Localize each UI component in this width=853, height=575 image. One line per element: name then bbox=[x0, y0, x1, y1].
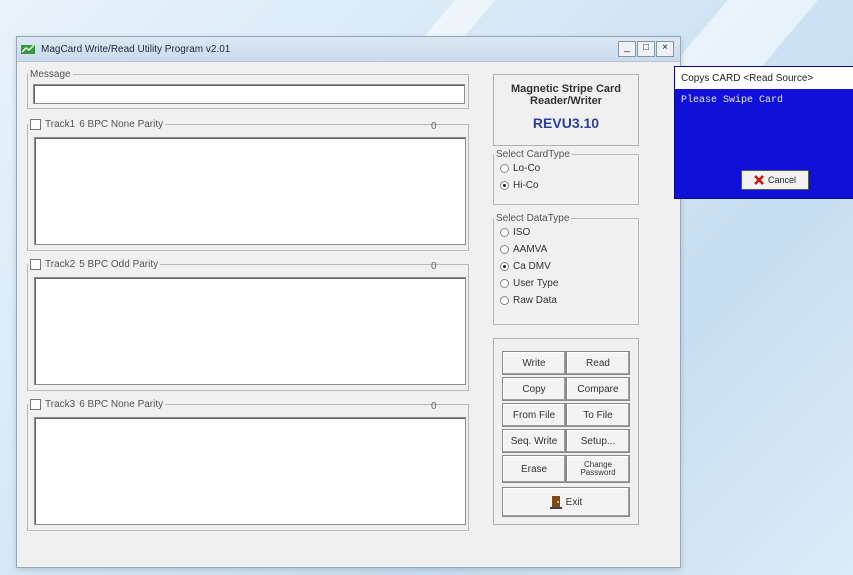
data-type-user-label: User Type bbox=[513, 278, 559, 289]
card-type-label: Select CardType bbox=[496, 149, 570, 160]
from-file-button[interactable]: From File bbox=[502, 403, 566, 427]
track3-checkbox[interactable] bbox=[30, 399, 41, 410]
radio-selected-icon bbox=[500, 181, 509, 190]
track2-textarea[interactable] bbox=[34, 277, 466, 385]
device-title-line2: Reader/Writer bbox=[530, 95, 602, 107]
data-type-aamva-label: AAMVA bbox=[513, 244, 548, 255]
data-type-iso[interactable]: ISO bbox=[494, 224, 638, 241]
data-type-group: Select DataType ISO AAMVA Ca DMV User Ty… bbox=[493, 213, 639, 325]
radio-icon bbox=[500, 296, 509, 305]
message-label: Message bbox=[30, 69, 71, 80]
radio-icon bbox=[500, 164, 509, 173]
radio-icon bbox=[500, 279, 509, 288]
copy-button[interactable]: Copy bbox=[502, 377, 566, 401]
track2-count: 0 bbox=[431, 261, 437, 272]
minimize-button[interactable]: _ bbox=[618, 41, 636, 57]
erase-button[interactable]: Erase bbox=[502, 455, 566, 483]
to-file-button[interactable]: To File bbox=[566, 403, 630, 427]
track3-count: 0 bbox=[431, 401, 437, 412]
card-type-hico[interactable]: Hi-Co bbox=[494, 177, 638, 194]
track2-label: Track2 bbox=[45, 259, 76, 270]
track3-textarea[interactable] bbox=[34, 417, 466, 525]
device-revision: REVU3.10 bbox=[532, 115, 600, 131]
card-type-hico-label: Hi-Co bbox=[513, 180, 539, 191]
maximize-button[interactable]: □ bbox=[637, 41, 655, 57]
data-type-user[interactable]: User Type bbox=[494, 275, 638, 292]
data-type-raw[interactable]: Raw Data bbox=[494, 292, 638, 309]
card-type-loco[interactable]: Lo-Co bbox=[494, 160, 638, 177]
device-info-panel: Magnetic Stripe Card Reader/Writer REVU3… bbox=[493, 74, 639, 146]
main-window: MagCard Write/Read Utility Program v2.01… bbox=[16, 36, 681, 568]
action-buttons-panel: Write Read Copy Compare From File To Fil… bbox=[493, 338, 639, 525]
track1-textarea[interactable] bbox=[34, 137, 466, 245]
cancel-label: Cancel bbox=[767, 175, 796, 185]
track3-label: Track3 bbox=[45, 399, 76, 410]
track2-legend: Track2 5 BPC Odd Parity bbox=[28, 259, 160, 270]
device-title-line1: Magnetic Stripe Card bbox=[510, 83, 622, 95]
data-type-cadmv[interactable]: Ca DMV bbox=[494, 258, 638, 275]
radio-selected-icon bbox=[500, 262, 509, 271]
change-password-line2: Password bbox=[580, 468, 616, 477]
radio-icon bbox=[500, 228, 509, 237]
track2-checkbox[interactable] bbox=[30, 259, 41, 270]
exit-label: Exit bbox=[565, 496, 583, 508]
change-password-button[interactable]: Change Password bbox=[566, 455, 630, 483]
desktop-streak bbox=[672, 0, 818, 66]
track3-legend: Track3 6 BPC None Parity bbox=[28, 399, 165, 410]
close-button[interactable]: × bbox=[656, 41, 674, 57]
track1-label: Track1 bbox=[45, 119, 76, 130]
swipe-card-dialog: Copys CARD <Read Source> Please Swipe Ca… bbox=[674, 66, 853, 199]
seq-write-button[interactable]: Seq. Write bbox=[502, 429, 566, 453]
dialog-title: Copys CARD <Read Source> bbox=[675, 67, 853, 89]
card-type-group: Select CardType Lo-Co Hi-Co bbox=[493, 149, 639, 205]
track1-checkbox[interactable] bbox=[30, 119, 41, 130]
cancel-x-icon bbox=[754, 175, 764, 185]
data-type-raw-label: Raw Data bbox=[513, 295, 557, 306]
card-type-loco-label: Lo-Co bbox=[513, 163, 541, 174]
track1-format: 6 BPC None Parity bbox=[79, 119, 164, 130]
desktop-streak bbox=[424, 0, 496, 36]
data-type-aamva[interactable]: AAMVA bbox=[494, 241, 638, 258]
exit-door-icon bbox=[549, 496, 562, 509]
setup-button[interactable]: Setup... bbox=[566, 429, 630, 453]
app-icon bbox=[21, 44, 35, 54]
track1-legend: Track1 6 BPC None Parity bbox=[28, 119, 165, 130]
window-title: MagCard Write/Read Utility Program v2.01 bbox=[41, 43, 231, 55]
write-button[interactable]: Write bbox=[502, 351, 566, 375]
title-bar: MagCard Write/Read Utility Program v2.01… bbox=[17, 37, 680, 62]
track1-count: 0 bbox=[431, 121, 437, 132]
data-type-label: Select DataType bbox=[496, 213, 570, 224]
compare-button[interactable]: Compare bbox=[566, 377, 630, 401]
track2-format: 5 BPC Odd Parity bbox=[79, 259, 159, 270]
dialog-message: Please Swipe Card bbox=[681, 95, 784, 106]
data-type-iso-label: ISO bbox=[513, 227, 531, 238]
data-type-cadmv-label: Ca DMV bbox=[513, 261, 551, 272]
cancel-button[interactable]: Cancel bbox=[741, 170, 809, 190]
radio-icon bbox=[500, 245, 509, 254]
message-field[interactable] bbox=[33, 84, 465, 104]
read-button[interactable]: Read bbox=[566, 351, 630, 375]
track3-format: 6 BPC None Parity bbox=[79, 399, 164, 410]
exit-button[interactable]: Exit bbox=[502, 487, 630, 517]
